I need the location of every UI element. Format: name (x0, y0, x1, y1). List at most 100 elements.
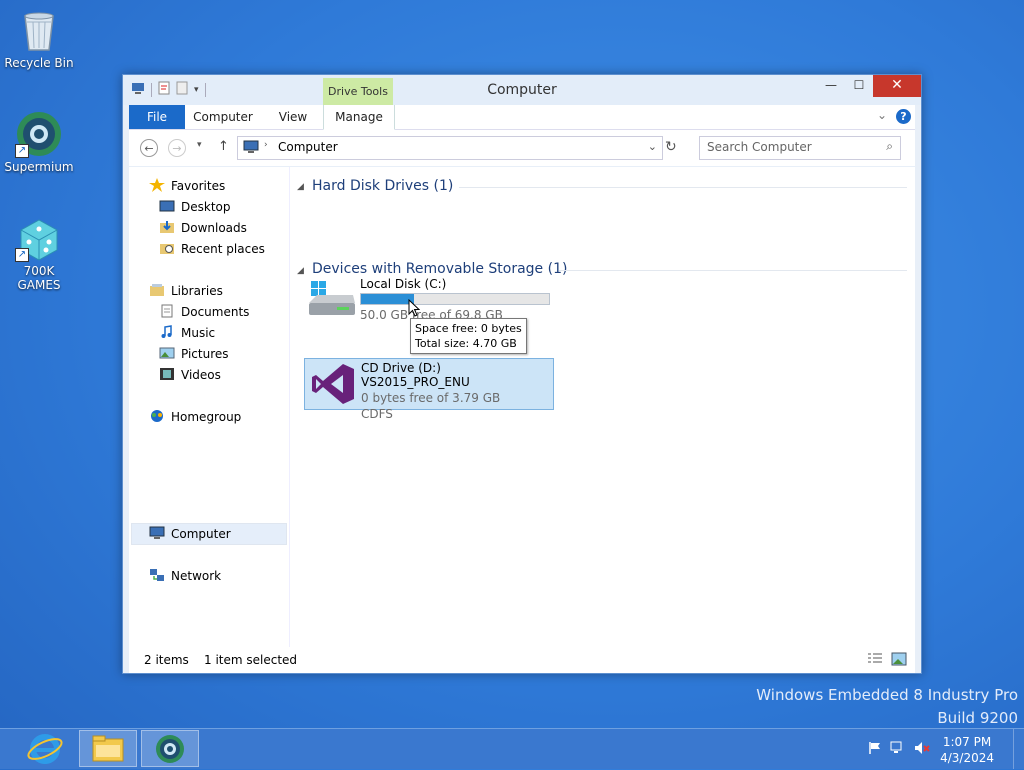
action-center-flag-icon[interactable] (868, 741, 882, 758)
recent-places-icon (159, 241, 175, 255)
nav-item-downloads[interactable]: Downloads (159, 218, 247, 238)
nav-item-recent-places[interactable]: Recent places (159, 239, 265, 259)
recycle-bin-icon (15, 6, 63, 54)
drive-usage-bar (360, 293, 550, 305)
nav-item-computer[interactable]: Computer (149, 524, 231, 544)
address-dropdown-icon[interactable]: ⌄ (648, 140, 657, 153)
nav-item-documents[interactable]: Documents (159, 302, 249, 322)
pane-divider[interactable] (289, 167, 290, 647)
clock-date: 4/3/2024 (940, 751, 994, 765)
taskbar-file-explorer[interactable] (79, 730, 137, 767)
os-edition: Windows Embedded 8 Industry Pro (756, 686, 1018, 704)
nav-item-network[interactable]: Network (149, 566, 221, 586)
refresh-button[interactable]: ↻ (665, 139, 677, 155)
clock[interactable]: 1:07 PM 4/3/2024 (940, 734, 994, 766)
nav-label: Favorites (171, 179, 226, 193)
drive-name: Local Disk (C:) (360, 277, 447, 291)
breadcrumb[interactable]: Computer (278, 140, 338, 154)
group-divider (459, 187, 907, 188)
details-view-icon[interactable] (867, 652, 883, 669)
volume-muted-icon[interactable] (914, 741, 930, 758)
search-input[interactable]: Search Computer (707, 140, 812, 154)
tooltip-total-size: Total size: 4.70 GB (415, 337, 517, 350)
desktop-icon-label: 700K GAMES (17, 264, 61, 292)
nav-item-pictures[interactable]: Pictures (159, 344, 229, 364)
drive-d-selected[interactable]: CD Drive (D:) VS2015_PRO_ENU 0 bytes fre… (304, 358, 554, 421)
large-icons-view-icon[interactable] (891, 652, 907, 669)
nav-label: Recent places (181, 242, 265, 256)
breadcrumb-arrow-icon[interactable]: › (264, 140, 268, 150)
ribbon-tabs: File Computer View Manage ⌄ ? (129, 105, 915, 130)
status-item-count: 2 items (144, 653, 189, 667)
drive-usage-fill (361, 294, 414, 304)
nav-item-videos[interactable]: Videos (159, 365, 221, 385)
tab-computer[interactable]: Computer (191, 105, 255, 129)
desktop-icon-700k-games[interactable]: ↗ 700K GAMES (1, 214, 77, 292)
tab-view[interactable]: View (263, 105, 323, 129)
drive-name: CD Drive (D:) VS2015_PRO_ENU (361, 361, 470, 389)
search-icon[interactable]: ⌕ (886, 139, 893, 154)
taskbar-internet-explorer[interactable] (16, 730, 74, 767)
music-icon (159, 325, 175, 339)
supermium-icon: ↗ (15, 110, 63, 158)
close-button[interactable]: ✕ (873, 75, 921, 97)
search-box[interactable]: Search Computer ⌕ (699, 136, 901, 160)
clock-time: 1:07 PM (942, 735, 992, 749)
tab-manage[interactable]: Manage (323, 105, 395, 130)
nav-item-homegroup[interactable]: Homegroup (149, 407, 241, 427)
taskbar-supermium[interactable] (141, 730, 199, 767)
nav-item-desktop[interactable]: Desktop (159, 197, 231, 217)
help-icon[interactable]: ? (896, 109, 911, 124)
forward-button[interactable]: → (168, 139, 186, 157)
nav-label: Network (171, 569, 222, 583)
nav-label: Desktop (181, 200, 231, 214)
nav-label: Music (181, 326, 216, 340)
os-watermark: Windows Embedded 8 Industry Pro Build 92… (756, 684, 1018, 730)
desktop-icon-label: Supermium (4, 160, 74, 174)
libraries-icon (149, 283, 165, 297)
nav-item-music[interactable]: Music (159, 323, 215, 343)
back-button[interactable]: ← (140, 139, 158, 157)
star-icon (149, 178, 165, 192)
homegroup-icon (149, 409, 165, 423)
group-header-removable[interactable]: Devices with Removable Storage (1) (312, 261, 567, 277)
drive-filesystem: CDFS (361, 407, 393, 421)
drive-c-details[interactable]: Local Disk (C:) 50.0 GB free of 69.8 GB (360, 277, 550, 322)
nav-item-libraries[interactable]: Libraries (149, 281, 223, 301)
nav-label: Documents (181, 305, 250, 319)
status-selection: 1 item selected (204, 653, 298, 667)
tooltip-space-free: Space free: 0 bytes (415, 322, 522, 335)
visual-studio-icon (311, 363, 355, 408)
maximize-button[interactable]: ☐ (845, 75, 873, 97)
collapse-group-icon[interactable]: ◢ (297, 182, 304, 192)
nav-label: Pictures (181, 347, 229, 361)
expand-ribbon-icon[interactable]: ⌄ (877, 108, 887, 122)
group-header-hard-disks[interactable]: Hard Disk Drives (1) (312, 178, 453, 194)
title-bar[interactable]: ▾ Drive Tools Computer — ☐ ✕ (123, 75, 921, 105)
hard-drive-icon (307, 279, 357, 322)
status-bar: 2 items 1 item selected (129, 647, 915, 673)
nav-label: Downloads (181, 221, 247, 235)
recent-locations-icon[interactable]: ▾ (197, 140, 202, 150)
network-tray-icon[interactable] (890, 741, 906, 758)
address-bar[interactable]: › Computer ⌄ (237, 136, 663, 160)
desktop-icon-label: Recycle Bin (4, 56, 74, 70)
desktop-icon-recycle-bin[interactable]: Recycle Bin (1, 6, 77, 70)
window-controls: — ☐ ✕ (817, 75, 921, 97)
show-desktop-button[interactable] (1013, 729, 1024, 769)
downloads-icon (159, 220, 175, 234)
content-area: Favorites Desktop Downloads Recent place… (129, 167, 915, 647)
nav-label: Libraries (171, 284, 223, 298)
documents-icon (159, 304, 175, 318)
nav-label: Homegroup (171, 410, 242, 424)
collapse-group-icon[interactable]: ◢ (297, 266, 304, 276)
desktop-icon-supermium[interactable]: ↗ Supermium (1, 110, 77, 174)
drive-free-space: 0 bytes free of 3.79 GB (361, 391, 501, 405)
os-build: Build 9200 (937, 709, 1018, 727)
nav-item-favorites[interactable]: Favorites (149, 176, 225, 196)
minimize-button[interactable]: — (817, 75, 845, 97)
tab-file[interactable]: File (129, 105, 185, 129)
nav-label: Computer (171, 527, 231, 541)
up-button[interactable]: ↑ (218, 139, 229, 154)
desktop-icon (159, 199, 175, 213)
